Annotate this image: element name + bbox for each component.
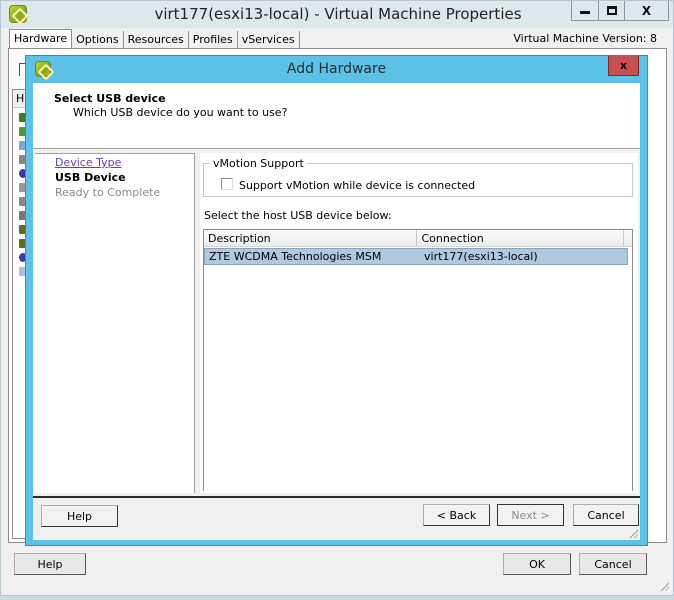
vmotion-support-checkbox-label[interactable]: Support vMotion while device is connecte… <box>239 179 475 192</box>
tab-hardware[interactable]: Hardware <box>9 29 73 50</box>
maximize-button[interactable] <box>598 1 624 20</box>
ok-button[interactable]: OK <box>503 553 571 575</box>
usb-device-table: Description Connection ZTE WCDMA Technol… <box>203 229 633 491</box>
vmotion-support-legend: vMotion Support <box>210 157 307 170</box>
dialog-cancel-button[interactable]: Cancel <box>573 504 639 526</box>
usb-selection-panel: vMotion Support Support vMotion while de… <box>200 153 638 493</box>
next-button[interactable]: Next > <box>497 504 564 526</box>
wizard-step-title: Select USB device <box>54 92 166 105</box>
tab-options[interactable]: Options <box>72 31 124 49</box>
minimize-icon <box>580 11 590 14</box>
add-hardware-dialog: Add Hardware x Select USB device Which U… <box>25 55 648 546</box>
select-host-usb-label: Select the host USB device below: <box>204 209 392 222</box>
tab-vservices[interactable]: vServices <box>238 31 300 49</box>
table-row[interactable]: ZTE WCDMA Technologies MSM virt177(esxi1… <box>204 248 628 265</box>
vmotion-support-checkbox[interactable] <box>221 178 233 190</box>
footer-divider <box>33 496 640 498</box>
step-usb-device: USB Device <box>55 171 126 184</box>
dialog-help-button[interactable]: Help <box>41 505 118 527</box>
back-button[interactable]: < Back <box>423 504 490 526</box>
cancel-button[interactable]: Cancel <box>579 553 647 575</box>
dialog-resize-grip[interactable] <box>628 528 638 538</box>
dialog-close-button[interactable]: x <box>608 56 639 76</box>
usb-device-connection: virt177(esxi13-local) <box>424 250 538 263</box>
step-device-type-link[interactable]: Device Type <box>55 156 121 169</box>
help-button[interactable]: Help <box>14 553 86 575</box>
window-controls: X <box>571 1 669 21</box>
dialog-content: Select USB device Which USB device do yo… <box>33 83 640 540</box>
tab-resources[interactable]: Resources <box>124 31 189 49</box>
usb-device-description: ZTE WCDMA Technologies MSM <box>209 250 382 263</box>
close-icon: x <box>619 59 628 72</box>
step-ready-to-complete: Ready to Complete <box>55 186 161 199</box>
maximize-icon <box>606 6 617 15</box>
column-header-connection[interactable]: Connection <box>417 230 624 246</box>
wizard-header: Select USB device Which USB device do yo… <box>33 83 640 149</box>
vmotion-support-group: vMotion Support Support vMotion while de… <box>203 157 633 197</box>
close-window-button[interactable]: X <box>624 1 668 20</box>
window-resize-grip[interactable] <box>659 581 669 591</box>
wizard-step-subtitle: Which USB device do you want to use? <box>73 106 288 119</box>
tab-profiles[interactable]: Profiles <box>189 31 238 49</box>
window-titlebar[interactable]: virt177(esxi13-local) - Virtual Machine … <box>1 1 673 28</box>
table-header: Description Connection <box>204 230 632 247</box>
properties-tabs: Hardware Options Resources Profiles vSer… <box>9 29 300 50</box>
dialog-title: Add Hardware <box>286 61 387 77</box>
minimize-button[interactable] <box>572 1 598 20</box>
wizard-steps-panel: Device Type USB Device Ready to Complete <box>35 153 195 493</box>
column-header-filler <box>624 230 632 246</box>
vm-version-label: Virtual Machine Version: 8 <box>513 32 657 45</box>
close-icon: X <box>641 3 652 18</box>
column-header-description[interactable]: Description <box>204 230 418 246</box>
